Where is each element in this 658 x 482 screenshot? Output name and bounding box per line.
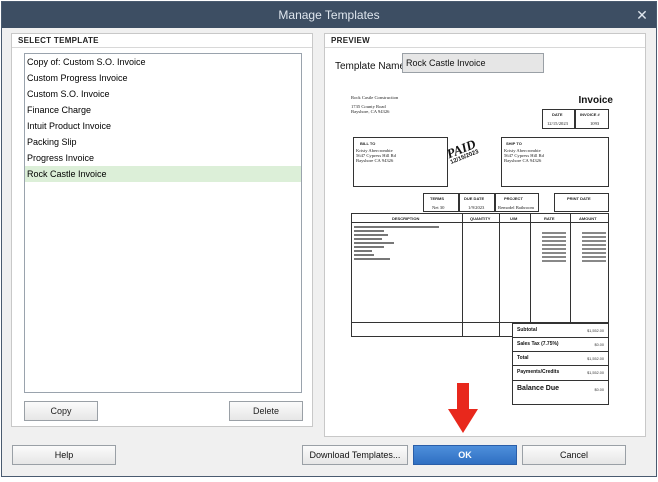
ship-to-line: Bayshore CA 94326 [504, 158, 542, 163]
terms-value: Net 30 [432, 205, 445, 210]
date-value: 12/15/2023 [547, 121, 568, 126]
invoice-title: Invoice [578, 95, 613, 106]
close-icon[interactable]: ✕ [634, 7, 650, 23]
rate-lines [542, 231, 566, 264]
copy-button[interactable]: Copy [24, 401, 98, 421]
payments-value: $1,552.00 [587, 371, 604, 375]
col-amount: AMOUNT [579, 216, 597, 221]
terms-box: TERMS Net 30 [423, 193, 459, 212]
paid-stamp: PAID 12/15/2023 [444, 136, 479, 166]
down-arrow-icon [448, 383, 478, 433]
description-lines [354, 225, 454, 262]
invoice-preview: Rock Castle Construction 1735 County Roa… [349, 89, 617, 405]
invoice-number-box: INVOICE # 1093 [575, 109, 609, 129]
bottom-strip [0, 478, 658, 482]
totals-box: Subtotal $1,552.00 Sales Tax (7.75%) $0.… [512, 323, 609, 405]
due-date-value: 1/9/2023 [468, 205, 485, 210]
list-item[interactable]: Custom Progress Invoice [25, 70, 301, 86]
download-templates-button[interactable]: Download Templates... [302, 445, 408, 465]
cancel-button[interactable]: Cancel [522, 445, 626, 465]
template-name-label: Template Name [335, 61, 406, 72]
divider [12, 47, 312, 48]
title-bar: Manage Templates ✕ [2, 2, 656, 28]
balance-label: Balance Due [517, 385, 560, 392]
project-label: PROJECT [504, 196, 523, 201]
col-rate: RATE [544, 216, 555, 221]
ship-to-box: SHIP TO Kristy Abercrombie 5647 Cypress … [501, 137, 609, 187]
col-rule [570, 214, 571, 336]
list-item-selected[interactable]: Rock Castle Invoice [25, 166, 301, 182]
col-rule [499, 214, 500, 336]
total-value: $1,552.00 [587, 357, 604, 361]
select-template-panel: SELECT TEMPLATE Copy of: Custom S.O. Inv… [11, 33, 313, 427]
bill-to-line: Bayshore CA 94326 [356, 158, 394, 163]
subtotal-label: Subtotal [517, 327, 537, 333]
subtotal-value: $1,552.00 [587, 329, 604, 333]
window-title: Manage Templates [278, 8, 380, 22]
invoice-number-value: 1093 [590, 121, 600, 126]
list-item[interactable]: Finance Charge [25, 102, 301, 118]
date-box: DATE 12/15/2023 [542, 109, 575, 129]
balance-value: $0.00 [594, 388, 604, 392]
company-name: Rock Castle Construction [351, 95, 399, 100]
list-item[interactable]: Copy of: Custom S.O. Invoice [25, 54, 301, 70]
divider [325, 47, 645, 48]
list-item[interactable]: Packing Slip [25, 134, 301, 150]
sales-tax-value: $0.00 [594, 343, 604, 347]
line-items-table: DESCRIPTION QUANTITY U/M RATE AMOUNT [351, 213, 609, 337]
template-name-field[interactable]: Rock Castle Invoice [402, 53, 544, 73]
company-address-2: Bayshore, CA 94326 [351, 109, 390, 114]
select-template-label: SELECT TEMPLATE [18, 36, 99, 45]
print-date-box: PRINT DATE [554, 193, 609, 212]
template-list[interactable]: Copy of: Custom S.O. Invoice Custom Prog… [24, 53, 302, 393]
col-rule [530, 214, 531, 336]
invoice-number-label: INVOICE # [580, 112, 600, 117]
date-label: DATE [552, 112, 563, 117]
ship-to-label: SHIP TO [506, 141, 522, 146]
list-item[interactable]: Progress Invoice [25, 150, 301, 166]
delete-button[interactable]: Delete [229, 401, 303, 421]
due-date-box: DUE DATE 1/9/2023 [459, 193, 495, 212]
bill-to-label: BILL TO [360, 141, 376, 146]
project-value: Remodel Bathroom [498, 205, 535, 210]
total-label: Total [517, 355, 529, 361]
list-item[interactable]: Intuit Product Invoice [25, 118, 301, 134]
sales-tax-label: Sales Tax (7.75%) [517, 341, 559, 347]
amount-lines [582, 231, 606, 264]
project-box: PROJECT Remodel Bathroom [495, 193, 539, 212]
col-description: DESCRIPTION [392, 216, 420, 221]
terms-label: TERMS [430, 196, 444, 201]
col-quantity: QUANTITY [470, 216, 491, 221]
due-date-label: DUE DATE [464, 196, 485, 201]
list-item[interactable]: Custom S.O. Invoice [25, 86, 301, 102]
col-um: U/M [510, 216, 518, 221]
print-date-label: PRINT DATE [567, 196, 591, 201]
help-button[interactable]: Help [12, 445, 116, 465]
bill-to-box: BILL TO Kristy Abercrombie 5647 Cypress … [353, 137, 448, 187]
preview-label: PREVIEW [331, 36, 370, 45]
manage-templates-window: Manage Templates ✕ SELECT TEMPLATE Copy … [1, 1, 657, 477]
preview-panel: PREVIEW Template Name Rock Castle Invoic… [324, 33, 646, 437]
col-rule [462, 214, 463, 336]
payments-label: Payments/Credits [517, 369, 560, 375]
ok-button[interactable]: OK [413, 445, 517, 465]
